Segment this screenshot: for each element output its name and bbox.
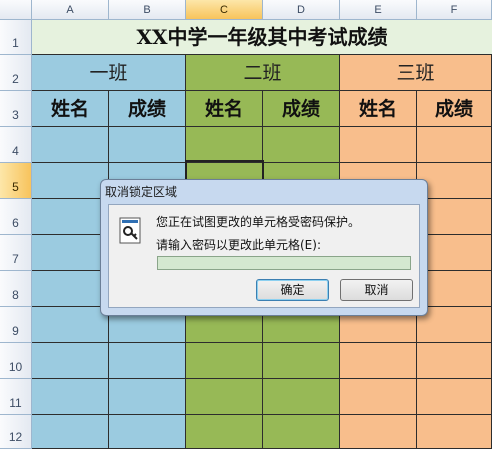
grid-cell[interactable] — [417, 271, 492, 307]
grid-cell[interactable] — [417, 127, 492, 163]
grid-cell[interactable] — [32, 127, 109, 163]
row-number: 2 — [12, 72, 19, 86]
grid-cell[interactable] — [186, 379, 263, 415]
grid-cell[interactable] — [109, 379, 186, 415]
grid-cell[interactable] — [32, 307, 109, 343]
row-header-7[interactable]: 7 — [0, 235, 32, 271]
row-header-10[interactable]: 10 — [0, 343, 32, 379]
row-number: 4 — [12, 144, 19, 158]
dialog-body: 您正在试图更改的单元格受密码保护。 请输入密码以更改此单元格(E): 确定 取消 — [108, 204, 420, 308]
dialog-title: 取消锁定区域 — [105, 185, 178, 199]
dialog-prompt: 请输入密码以更改此单元格(E): — [156, 238, 321, 252]
grid-cell[interactable] — [109, 343, 186, 379]
dialog-message: 您正在试图更改的单元格受密码保护。 — [156, 215, 361, 229]
column-header-e[interactable]: E — [340, 0, 417, 20]
grid-cell[interactable] — [32, 343, 109, 379]
score-header-class-2[interactable]: 成绩 — [263, 91, 340, 127]
grid-cell[interactable] — [417, 379, 492, 415]
grid-cell[interactable] — [32, 415, 109, 449]
row-header-6[interactable]: 6 — [0, 199, 32, 235]
row-header-1[interactable]: 1 — [0, 20, 32, 55]
row-number: 7 — [12, 252, 19, 266]
row-header-3[interactable]: 3 — [0, 91, 32, 127]
row-number: 3 — [12, 108, 19, 122]
row-header-11[interactable]: 11 — [0, 379, 32, 415]
class-2-header[interactable]: 二班 — [186, 55, 340, 91]
grid-cell[interactable] — [32, 199, 109, 235]
grid-cell[interactable] — [32, 235, 109, 271]
grid-cell[interactable] — [109, 415, 186, 449]
row-header-2[interactable]: 2 — [0, 55, 32, 91]
class-3-header[interactable]: 三班 — [340, 55, 492, 91]
row-number: 9 — [12, 324, 19, 338]
column-header-c[interactable]: C — [186, 0, 263, 20]
grid-cell[interactable] — [340, 379, 417, 415]
row-number: 12 — [8, 430, 23, 444]
score-header-class-1[interactable]: 成绩 — [109, 91, 186, 127]
grid-cell[interactable] — [417, 199, 492, 235]
key-lock-icon — [119, 217, 143, 245]
cancel-button[interactable]: 取消 — [340, 279, 413, 301]
unlock-range-dialog: 取消锁定区域 您正在试图更改的单元格受密码保护。 请输入密码以更改此单元格(E)… — [100, 179, 428, 316]
grid-cell[interactable] — [417, 235, 492, 271]
ok-button[interactable]: 确定 — [256, 279, 329, 301]
grid-cell[interactable] — [417, 415, 492, 449]
column-header-a[interactable]: A — [32, 0, 109, 20]
grid-cell[interactable] — [186, 415, 263, 449]
score-header-class-3[interactable]: 成绩 — [417, 91, 492, 127]
class-1-header[interactable]: 一班 — [32, 55, 186, 91]
grid-cell[interactable] — [186, 127, 263, 163]
name-header-class-2[interactable]: 姓名 — [186, 91, 263, 127]
column-header-f[interactable]: F — [417, 0, 492, 20]
grid-cell[interactable] — [340, 127, 417, 163]
grid-cell[interactable] — [417, 343, 492, 379]
grid-cell[interactable] — [32, 271, 109, 307]
row-header-9[interactable]: 9 — [0, 307, 32, 343]
column-header-d[interactable]: D — [263, 0, 340, 20]
name-header-class-1[interactable]: 姓名 — [32, 91, 109, 127]
row-number: 6 — [12, 216, 19, 230]
grid-cell[interactable] — [417, 163, 492, 199]
column-header-b[interactable]: B — [109, 0, 186, 20]
row-header-12[interactable]: 12 — [0, 415, 32, 449]
name-header-class-3[interactable]: 姓名 — [340, 91, 417, 127]
row-number: 11 — [9, 396, 22, 410]
grid-cell[interactable] — [417, 307, 492, 343]
grid-cell[interactable] — [263, 379, 340, 415]
row-header-4[interactable]: 4 — [0, 127, 32, 163]
grid-cell[interactable] — [32, 379, 109, 415]
grid-cell[interactable] — [109, 127, 186, 163]
sheet-title-cell[interactable]: XX中学一年级其中考试成绩 — [32, 20, 492, 55]
grid-cell[interactable] — [340, 415, 417, 449]
password-input[interactable] — [157, 256, 411, 270]
row-number: 10 — [8, 360, 23, 374]
row-header-5[interactable]: 5 — [0, 163, 32, 199]
row-number: 1 — [12, 36, 19, 50]
row-header-8[interactable]: 8 — [0, 271, 32, 307]
row-number: 5 — [12, 180, 19, 194]
grid-cell[interactable] — [32, 163, 109, 199]
grid-cell[interactable] — [263, 415, 340, 449]
grid-cell[interactable] — [340, 343, 417, 379]
grid-cell[interactable] — [186, 343, 263, 379]
grid-cell[interactable] — [263, 343, 340, 379]
grid-cell[interactable] — [263, 127, 340, 163]
row-number: 8 — [12, 288, 19, 302]
select-all-corner[interactable] — [0, 0, 32, 20]
